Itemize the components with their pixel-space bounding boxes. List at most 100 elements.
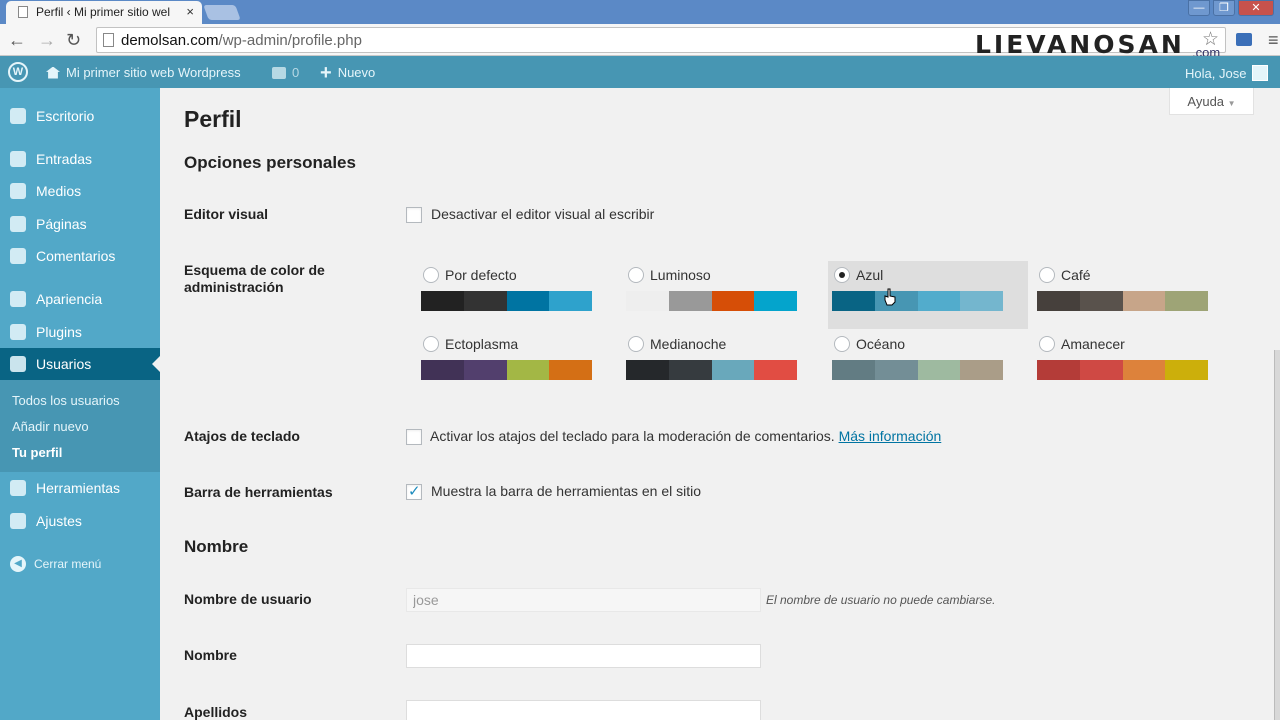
sidebar-item-ajustes[interactable]: Ajustes — [0, 505, 160, 537]
sidebar-item-herramientas[interactable]: Herramientas — [0, 472, 160, 504]
color-scheme-option-luminoso[interactable]: Luminoso — [622, 261, 822, 329]
browser-tab[interactable]: Perfil ‹ Mi primer sitio wel × — [6, 1, 202, 24]
extension-icon[interactable] — [1236, 33, 1252, 46]
user-account-menu[interactable]: Hola, Jose — [1185, 65, 1269, 81]
color-swatch — [626, 291, 669, 311]
back-arrow-icon[interactable]: ← — [8, 30, 26, 51]
section-name: Nombre — [184, 537, 249, 556]
color-swatches — [421, 360, 592, 380]
color-swatch — [1037, 360, 1080, 380]
color-scheme-radio[interactable] — [423, 267, 439, 283]
color-scheme-radio[interactable] — [423, 336, 439, 352]
color-scheme-option-oceano[interactable]: Océano — [828, 330, 1028, 398]
color-swatch — [1079, 360, 1123, 380]
submenu-todos-los-usuarios[interactable]: Todos los usuarios — [12, 393, 120, 408]
page-icon — [18, 6, 28, 18]
username-input[interactable] — [406, 588, 761, 612]
first-name-input[interactable] — [406, 644, 761, 668]
collapse-menu-button[interactable]: ◀ Cerrar menú — [10, 556, 101, 572]
comments-count: 0 — [292, 65, 300, 80]
hand-cursor-icon — [884, 288, 896, 306]
wp-logo-menu[interactable]: W — [8, 62, 28, 82]
new-content-menu[interactable]: + Nuevo — [320, 61, 376, 84]
site-name: Mi primer sitio web Wordpress — [66, 65, 241, 80]
color-swatch — [1165, 291, 1208, 311]
close-window-button[interactable]: ✕ — [1238, 0, 1274, 16]
color-scheme-label: Esquema de color de administración — [184, 262, 325, 295]
watermark-logo: LIEVANOSAN — [975, 30, 1185, 59]
color-swatches — [626, 360, 797, 380]
color-swatch — [421, 291, 464, 311]
sidebar-item-usuarios[interactable]: Usuarios — [0, 348, 160, 380]
sidebar-item-label: Escritorio — [36, 108, 95, 124]
color-scheme-option-amanecer[interactable]: Amanecer — [1033, 330, 1233, 398]
restore-button[interactable]: ❐ — [1213, 0, 1235, 16]
color-swatch — [874, 360, 918, 380]
wordpress-logo-icon: W — [8, 62, 28, 82]
color-swatch — [754, 291, 797, 311]
color-scheme-radio[interactable] — [834, 336, 850, 352]
browser-menu-icon[interactable]: ≡ — [1268, 30, 1279, 51]
visual-editor-checkbox[interactable] — [406, 207, 422, 223]
section-personal-options: Opciones personales — [184, 153, 356, 172]
sidebar-item-paginas[interactable]: Páginas — [0, 208, 160, 240]
submenu-anadir-nuevo[interactable]: Añadir nuevo — [12, 419, 89, 434]
new-tab-button[interactable] — [203, 5, 241, 20]
keyboard-shortcuts-text: Activar los atajos del teclado para la m… — [430, 428, 941, 444]
reload-icon[interactable]: ↻ — [66, 30, 81, 51]
minimize-button[interactable]: — — [1188, 0, 1210, 16]
help-label: Ayuda — [1187, 94, 1225, 109]
sidebar-item-escritorio[interactable]: Escritorio — [0, 100, 160, 132]
username-description: El nombre de usuario no puede cambiarse. — [766, 593, 996, 607]
sidebar-item-label: Usuarios — [36, 356, 92, 372]
help-tab-button[interactable]: Ayuda ▼ — [1169, 88, 1254, 115]
color-scheme-option-azul[interactable]: Azul — [828, 261, 1028, 329]
new-label: Nuevo — [337, 65, 376, 80]
color-swatch — [1165, 360, 1208, 380]
submenu-tu-perfil[interactable]: Tu perfil — [12, 445, 62, 460]
color-scheme-name: Por defecto — [445, 267, 517, 283]
plus-icon: + — [320, 61, 332, 84]
color-scheme-radio[interactable] — [834, 267, 850, 283]
color-swatch — [711, 360, 755, 380]
more-info-link[interactable]: Más información — [839, 428, 942, 444]
settings-icon — [10, 513, 26, 529]
home-icon — [46, 66, 60, 79]
color-scheme-radio[interactable] — [628, 267, 644, 283]
color-scheme-radio[interactable] — [1039, 267, 1055, 283]
color-scheme-option-por-defecto[interactable]: Por defecto — [417, 261, 617, 329]
color-scheme-option-cafe[interactable]: Café — [1033, 261, 1233, 329]
color-scheme-radio[interactable] — [628, 336, 644, 352]
pages-icon — [10, 216, 26, 232]
sidebar-item-entradas[interactable]: Entradas — [0, 143, 160, 175]
sidebar-item-label: Medios — [36, 183, 82, 199]
color-scheme-option-medianoche[interactable]: Medianoche — [622, 330, 822, 398]
sidebar-item-medios[interactable]: Medios — [0, 175, 160, 207]
keyboard-shortcuts-description: Activar los atajos del teclado para la m… — [430, 428, 835, 444]
tools-icon — [10, 480, 26, 496]
color-swatch — [832, 291, 875, 311]
comments-link[interactable]: 0 — [272, 65, 299, 80]
color-scheme-name: Azul — [856, 267, 884, 283]
bookmark-star-icon[interactable]: ☆ — [1202, 28, 1219, 51]
sidebar-item-comentarios[interactable]: Comentarios — [0, 240, 160, 272]
wp-admin-bar: W Mi primer sitio web Wordpress 0 + Nuev… — [0, 56, 1280, 88]
color-swatches — [832, 360, 1003, 380]
last-name-input[interactable] — [406, 700, 761, 720]
color-scheme-radio[interactable] — [1039, 336, 1055, 352]
color-swatch — [668, 291, 712, 311]
site-name-link[interactable]: Mi primer sitio web Wordpress — [46, 65, 241, 80]
toolbar-checkbox[interactable] — [406, 482, 422, 500]
sidebar-item-apariencia[interactable]: Apariencia — [0, 283, 160, 315]
color-scheme-name: Luminoso — [650, 267, 711, 283]
dashboard-icon — [10, 108, 26, 124]
sidebar-item-plugins[interactable]: Plugins — [0, 316, 160, 348]
keyboard-shortcuts-checkbox[interactable] — [406, 429, 422, 445]
color-swatch — [506, 360, 550, 380]
scrollbar-thumb[interactable] — [1274, 350, 1280, 720]
forward-arrow-icon[interactable]: → — [38, 30, 56, 51]
media-icon — [10, 183, 26, 199]
tab-close-icon[interactable]: × — [186, 4, 194, 19]
color-scheme-option-ectoplasma[interactable]: Ectoplasma — [417, 330, 617, 398]
admin-sidebar: Escritorio Entradas Medios Páginas Comen… — [0, 88, 160, 720]
